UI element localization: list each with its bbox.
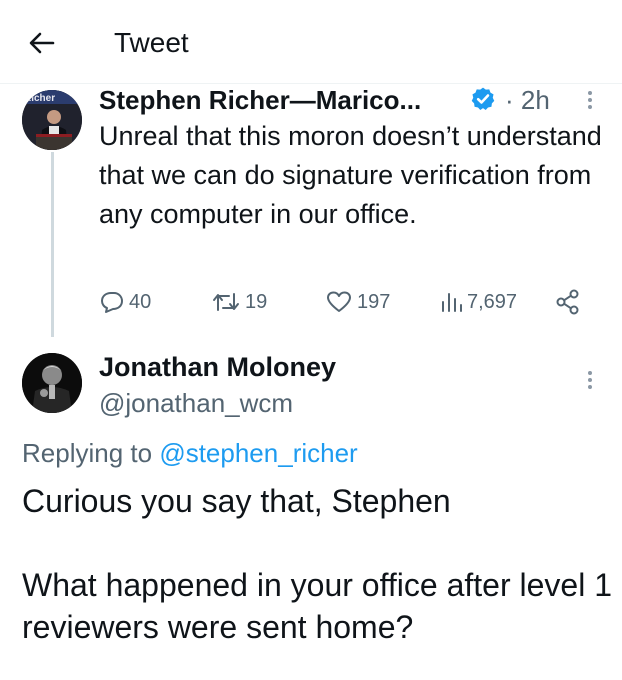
retweet-count: 19	[245, 290, 268, 313]
tweet-actions: 40 19 197 7,697	[99, 287, 599, 317]
reply-button[interactable]: 40	[99, 287, 151, 317]
arrow-left-icon	[29, 32, 55, 54]
time-label: 2h	[520, 85, 550, 115]
back-button[interactable]	[22, 26, 62, 60]
tweet-text-line: What happened in your office after level…	[22, 567, 612, 645]
separator-dot: ·	[505, 85, 514, 115]
more-options-icon[interactable]	[582, 368, 598, 392]
analytics-icon	[442, 293, 462, 312]
replying-to-label: Replying to	[22, 438, 160, 468]
tweet-text: Curious you say that, Stephen What happe…	[22, 480, 612, 648]
top-bar: Tweet	[0, 0, 622, 84]
replying-to: Replying to @stephen_richer	[22, 436, 358, 470]
thread-connector	[51, 152, 54, 337]
author-name[interactable]: Stephen Richer—Marico...	[99, 84, 421, 116]
avatar-image	[22, 353, 82, 413]
author-name[interactable]: Jonathan Moloney	[99, 350, 336, 384]
avatar-logo-text: Richer	[24, 93, 55, 104]
tweet-text: Unreal that this moron doesn’t understan…	[99, 121, 602, 229]
retweet-icon	[213, 293, 239, 311]
avatar[interactable]: Richer	[22, 90, 82, 150]
verified-badge-icon	[471, 87, 495, 111]
author-handle[interactable]: @jonathan_wcm	[99, 386, 293, 420]
tweet-text-line: Curious you say that, Stephen	[22, 483, 451, 519]
page-title: Tweet	[114, 27, 189, 58]
more-options-icon[interactable]	[582, 88, 598, 112]
reply-count: 40	[129, 290, 152, 313]
share-icon	[556, 289, 579, 315]
avatar-image: Richer	[22, 90, 82, 150]
heart-icon	[327, 291, 351, 312]
share-button[interactable]	[555, 287, 581, 317]
views-button[interactable]: 7,697	[439, 287, 517, 317]
avatar[interactable]	[22, 353, 82, 413]
reply-icon	[101, 292, 123, 313]
tweet-timestamp[interactable]: · 2h	[505, 84, 550, 116]
like-count: 197	[357, 290, 391, 313]
retweet-button[interactable]: 19	[211, 287, 267, 317]
replying-to-handle-link[interactable]: @stephen_richer	[159, 438, 357, 468]
like-button[interactable]: 197	[325, 287, 390, 317]
view-count: 7,697	[467, 290, 518, 313]
